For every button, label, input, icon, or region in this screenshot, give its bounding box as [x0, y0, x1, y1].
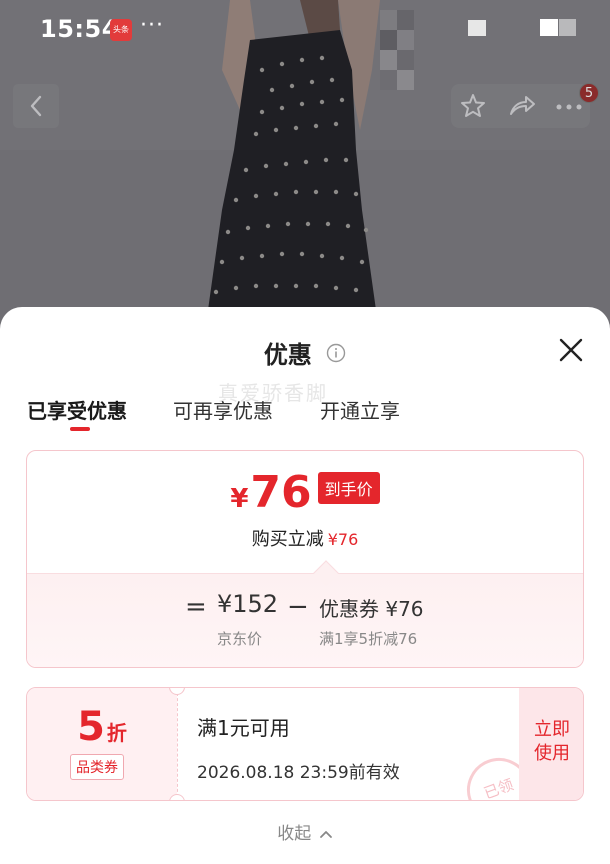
- nav-tools: [451, 84, 590, 128]
- use-now-label: 立即使用: [534, 719, 570, 764]
- jd-price-value: ¥152: [217, 590, 279, 618]
- price-breakdown-card: ¥76 到手价 购买立减 ¥76 = ¥152 京东价 − 优惠券 ¥76 满1享5…: [26, 450, 584, 668]
- coupon-discount: 5折: [27, 704, 177, 750]
- sheet-title-text: 优惠: [263, 341, 312, 369]
- final-price-value: 76: [250, 467, 312, 518]
- background-product-page: 15:54 头条 ··· 5: [0, 0, 610, 330]
- back-button[interactable]: [13, 84, 59, 128]
- coupon-divider: [177, 688, 178, 800]
- status-more-icon: ···: [140, 13, 164, 38]
- coupon-condition: 满1元可用: [197, 716, 290, 740]
- final-price: ¥76 到手价: [27, 467, 583, 518]
- close-icon: [559, 338, 583, 362]
- coupon-discount-panel: 5折 品类券: [27, 688, 177, 800]
- close-button[interactable]: [556, 335, 586, 365]
- active-tab-indicator: [70, 427, 90, 431]
- equals-sign: =: [185, 592, 207, 622]
- coupon-cutout: [169, 794, 185, 800]
- instant-reduce: 购买立减 ¥76: [27, 525, 583, 551]
- price-equation: = ¥152 京东价 − 优惠券 ¥76 满1享5折减76: [27, 573, 583, 667]
- discount-sheet: 优惠 真爱骄香脚 已享受优惠 可再享优惠 开通立享 ¥76 到手价 购买立减 ¥76: [0, 307, 610, 864]
- final-price-tag: 到手价: [317, 472, 380, 504]
- discount-tabs: 已享受优惠 可再享优惠 开通立享: [0, 395, 610, 435]
- coupon-type-badge: 品类券: [70, 754, 124, 780]
- minus-sign: −: [287, 592, 309, 622]
- coupon-validity: 2026.08.18 23:59前有效: [197, 763, 400, 783]
- message-count-badge: 5: [579, 83, 599, 103]
- tab-open-to-enjoy[interactable]: 开通立享: [320, 395, 400, 424]
- status-time: 15:54: [40, 15, 119, 43]
- discount-unit: 折: [106, 721, 127, 745]
- chevron-left-icon: [30, 95, 42, 117]
- battery-icon: [540, 19, 576, 36]
- tab-more-discounts[interactable]: 可再享优惠: [173, 395, 273, 424]
- signal-icon: [468, 20, 486, 36]
- status-bar: 15:54 头条 ···: [0, 0, 610, 60]
- jd-price-label: 京东价: [217, 630, 263, 648]
- tab-enjoyed-discounts[interactable]: 已享受优惠: [27, 395, 127, 424]
- discount-number: 5: [77, 704, 105, 750]
- chevron-up-icon: [319, 831, 332, 838]
- coupon-amount: 优惠券 ¥76: [319, 597, 424, 621]
- star-icon[interactable]: [459, 92, 487, 120]
- instant-reduce-value: ¥76: [327, 530, 359, 549]
- coupon-description: 满1享5折减76: [319, 630, 418, 648]
- info-icon[interactable]: [326, 343, 346, 363]
- instant-reduce-label: 购买立减: [251, 529, 324, 550]
- final-price-section: ¥76 到手价 购买立减 ¥76: [27, 451, 583, 573]
- app-notification-icon: 头条: [110, 19, 132, 41]
- use-now-button[interactable]: 立即使用: [519, 688, 583, 800]
- coupon-card: 5折 品类券 满1元可用 2026.08.18 23:59前有效 已领 立即使用: [26, 687, 584, 801]
- sheet-title: 优惠: [0, 335, 610, 370]
- currency-symbol: ¥: [230, 484, 249, 514]
- collapse-button[interactable]: 收起: [0, 819, 610, 844]
- share-icon[interactable]: [507, 92, 537, 120]
- collapse-label: 收起: [277, 824, 312, 844]
